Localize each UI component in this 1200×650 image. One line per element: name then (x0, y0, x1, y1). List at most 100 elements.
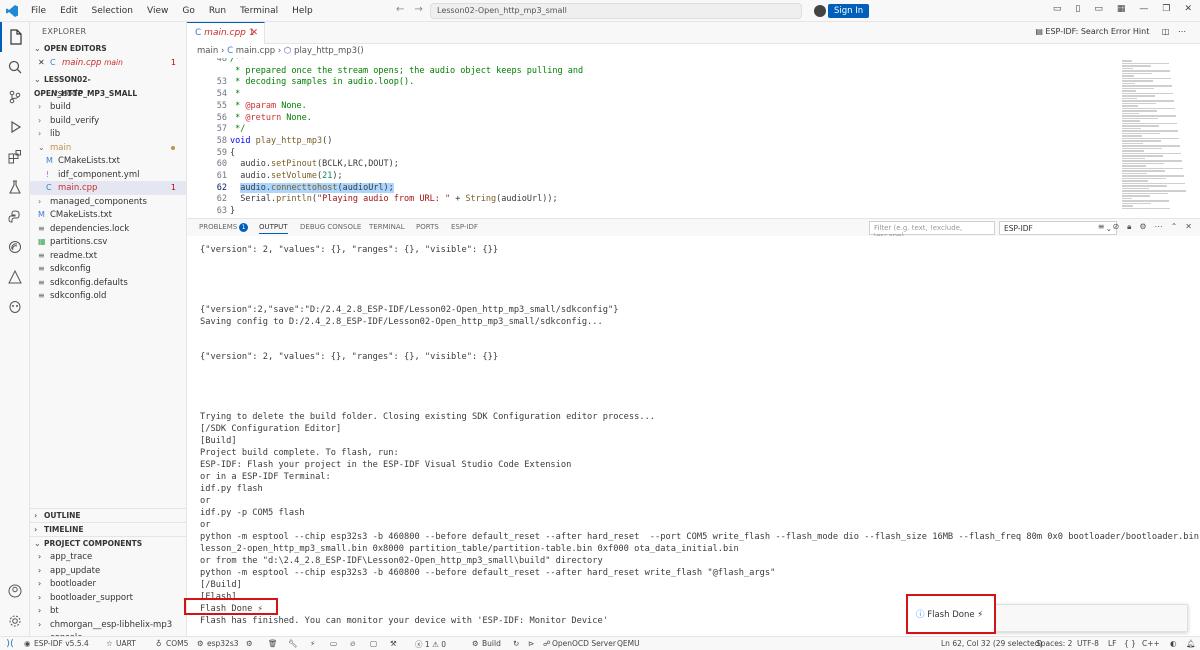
file-item[interactable]: ≡ sdkconfig (30, 262, 186, 276)
platform-icon[interactable] (0, 262, 30, 292)
layout-icon[interactable]: ▭ (1094, 4, 1103, 14)
status-cursor[interactable]: Ln 62, Col 32 (29 selected) (941, 639, 1042, 648)
layout-icon[interactable]: ▯ (1075, 4, 1080, 14)
breadcrumb-file[interactable]: main.cpp (236, 46, 275, 56)
terminal-icon[interactable]: ▢ (370, 639, 377, 648)
folder-item[interactable]: › build (30, 100, 186, 114)
file-item[interactable]: ▦ partitions.csv (30, 235, 186, 249)
open-editors-header[interactable]: ⌄ OPEN EDITORS (30, 42, 186, 56)
extensions-icon[interactable] (0, 142, 30, 172)
remote-icon[interactable]: ⟩⟨ (0, 637, 20, 650)
file-item[interactable]: ≡ readme.txt (30, 249, 186, 263)
menu-item-selection[interactable]: Selection (85, 6, 140, 16)
tab-problems[interactable]: PROBLEMS 1 (199, 223, 249, 232)
folder-item[interactable]: › .vscode (30, 87, 186, 101)
tab-debug-console[interactable]: DEBUG CONSOLE (300, 223, 361, 231)
layout-icon[interactable]: ▦ (1117, 4, 1126, 14)
status-spaces[interactable]: Spaces: 2 (1036, 639, 1072, 648)
refresh-icon[interactable]: ↻ (513, 639, 519, 648)
menuconfig-icon[interactable]: ⚙ (246, 639, 253, 648)
list-icon[interactable]: ≡ (1098, 222, 1105, 232)
folder-item[interactable]: ⌄ main (30, 141, 186, 155)
settings-gear-icon[interactable] (0, 606, 30, 636)
alien-icon[interactable] (0, 292, 30, 322)
tab-terminal[interactable]: TERMINAL (369, 223, 405, 231)
component-item[interactable]: › app_trace (30, 550, 186, 564)
layout-icon[interactable]: ▭ (1053, 4, 1062, 14)
command-center[interactable]: Lesson02-Open_http_mp3_small (430, 3, 802, 19)
folder-item[interactable]: › managed_components (30, 195, 186, 209)
code-editor[interactable]: 48/** * prepared once the stream opens; … (187, 58, 1120, 216)
build-flash-monitor-icon[interactable]: 🔥︎ (350, 639, 356, 649)
lock-icon[interactable]: 🔒︎ (1127, 222, 1131, 232)
python-icon[interactable] (0, 202, 30, 232)
status-eol[interactable]: LF (1108, 639, 1117, 648)
more-actions-icon[interactable]: ⋯ (1155, 222, 1163, 232)
search-error-hint-button[interactable]: ▤ ESP-IDF: Search Error Hint ◫ ⋯ (1035, 27, 1186, 36)
component-item[interactable]: › bt (30, 604, 186, 618)
tab-esp-idf[interactable]: ESP-IDF (451, 223, 478, 231)
component-item[interactable]: › bootloader_support (30, 591, 186, 605)
status-problems[interactable]: ⓧ 1 ⚠ 0 (415, 639, 446, 650)
menu-item-go[interactable]: Go (175, 6, 201, 16)
maximize-panel-icon[interactable]: ⌃ (1171, 222, 1178, 232)
project-header[interactable]: ⌄ LESSON02-OPEN_HTTP_MP3_SMALL (30, 73, 186, 98)
build-icon[interactable]: 🔧︎ (288, 639, 298, 648)
close-tab-icon[interactable]: ✕ (250, 28, 258, 38)
status-build[interactable]: Build (482, 639, 501, 648)
status-uart[interactable]: UART (116, 639, 136, 648)
clean-icon[interactable]: 🗑︎ (268, 639, 278, 648)
status-target[interactable]: esp32s3 (207, 639, 239, 648)
status-idf-version[interactable]: ESP-IDF v5.5.4 (34, 639, 89, 648)
forward-arrow-icon[interactable]: → (414, 4, 422, 15)
file-item[interactable]: Cmain.cpp 1 (30, 181, 186, 195)
menu-item-view[interactable]: View (140, 6, 175, 16)
status-openocd[interactable]: OpenOCD Server (552, 639, 616, 648)
output-filter-input[interactable]: Filter (e.g. text, !exclude, \escape) (869, 221, 995, 240)
settings-gear-icon[interactable]: ⚙ (1139, 222, 1146, 232)
close-panel-icon[interactable]: ✕ (1185, 222, 1192, 232)
account-icon[interactable] (0, 576, 30, 606)
menu-item-file[interactable]: File (24, 6, 53, 16)
file-item[interactable]: ≡ sdkconfig.old (30, 289, 186, 303)
explorer-icon[interactable] (0, 22, 30, 52)
folder-item[interactable]: › build_verify (30, 114, 186, 128)
file-item[interactable]: ≡ sdkconfig.defaults (30, 276, 186, 290)
menu-item-run[interactable]: Run (202, 6, 233, 16)
file-item[interactable]: ≡ dependencies.lock (30, 222, 186, 236)
esp-idf-icon[interactable] (0, 232, 30, 262)
more-actions-icon[interactable]: ⋯ (1178, 27, 1186, 36)
split-editor-icon[interactable]: ◫ (1162, 27, 1170, 36)
tab-main-cpp[interactable]: C main.cpp 1 ✕ (187, 22, 265, 44)
maximize-icon[interactable]: ❐ (1162, 4, 1170, 14)
status-language[interactable]: C++ (1142, 639, 1160, 648)
component-item[interactable]: › app_update (30, 564, 186, 578)
open-editor-item[interactable]: ✕ Cmain.cpp main 1 (30, 56, 186, 70)
braces-icon[interactable]: { } (1124, 639, 1136, 648)
file-item[interactable]: ! idf_component.yml (30, 168, 186, 182)
component-item[interactable]: › chmorgan__esp-libhelix-mp3 (30, 618, 186, 632)
sign-in-button[interactable]: Sign In (828, 4, 870, 18)
timeline-header[interactable]: › TIMELINE (30, 522, 186, 536)
flash-icon[interactable]: ⚡ (310, 639, 315, 648)
back-arrow-icon[interactable]: ← (396, 4, 404, 15)
outline-header[interactable]: › OUTLINE (30, 508, 186, 522)
status-port[interactable]: COM5 (166, 639, 188, 648)
monitor-icon[interactable]: ▭ (330, 639, 337, 648)
file-item[interactable]: M CMakeLists.txt (30, 208, 186, 222)
folder-item[interactable]: › lib (30, 127, 186, 141)
copilot-icon[interactable] (814, 5, 826, 17)
close-icon[interactable]: ✕ (38, 56, 48, 70)
minimap[interactable] (1120, 58, 1200, 216)
file-item[interactable]: M CMakeLists.txt (30, 154, 186, 168)
status-qemu[interactable]: QEMU (617, 639, 640, 648)
minimize-icon[interactable]: — (1139, 4, 1148, 14)
menu-item-help[interactable]: Help (285, 6, 320, 16)
menu-item-edit[interactable]: Edit (53, 6, 84, 16)
component-item[interactable]: › bootloader (30, 577, 186, 591)
tab-ports[interactable]: PORTS (416, 223, 439, 231)
source-control-icon[interactable] (0, 82, 30, 112)
testing-icon[interactable] (0, 172, 30, 202)
close-icon[interactable]: ✕ (1184, 4, 1192, 14)
menu-item-terminal[interactable]: Terminal (233, 6, 285, 16)
